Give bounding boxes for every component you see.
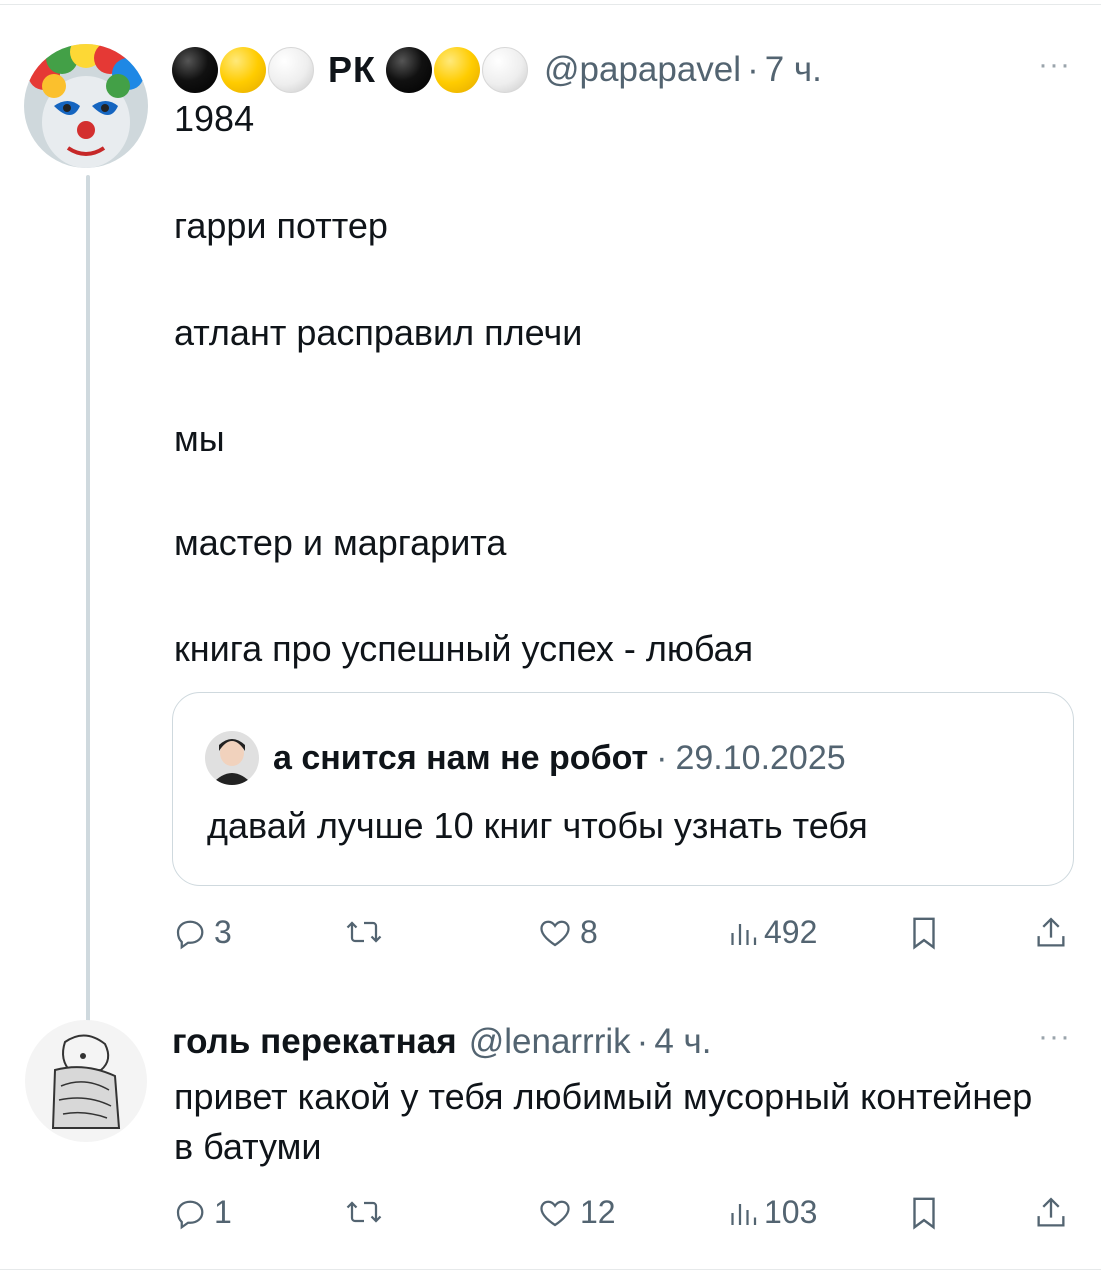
quoted-tweet-text: давай лучше 10 книг чтобы узнать тебя: [207, 805, 868, 846]
tweet-text-line: книга про успешный успех - любая: [174, 628, 754, 669]
share-icon: [1034, 1194, 1068, 1232]
separator: ·: [747, 50, 759, 89]
reply-button[interactable]: 1: [172, 1194, 232, 1231]
top-divider: [0, 4, 1101, 5]
bar-chart-icon: [728, 915, 758, 951]
share-button[interactable]: [1034, 914, 1068, 952]
quoted-date: 29.10.2025: [675, 738, 846, 777]
thread-connector-line: [86, 175, 90, 1043]
share-icon: [1034, 914, 1068, 952]
tweet-text: привет какой у тебя любимый мусорный кон…: [174, 1076, 1033, 1167]
tweet-header: голь перекатная @lenarrrik · 4 ч.: [172, 1020, 711, 1064]
action-bar: 1 12 103: [172, 1194, 1072, 1240]
views-button[interactable]: 103: [728, 1194, 817, 1231]
tweet-text-line: мастер и маргарита: [174, 522, 507, 563]
retweet-icon: [344, 914, 384, 950]
retweet-button[interactable]: [344, 914, 384, 950]
bar-chart-icon: [728, 1195, 758, 1231]
quoted-display-name[interactable]: а снится нам не робот: [273, 739, 648, 778]
tweet-header: РК @papapavel · 7 ч.: [172, 40, 822, 100]
white-circle-emoji: [268, 47, 314, 93]
user-handle[interactable]: @papapavel: [544, 50, 741, 90]
bookmark-icon: [908, 1194, 940, 1232]
bottom-divider: [0, 1269, 1101, 1270]
bookmark-button[interactable]: [908, 1194, 940, 1232]
reply-icon: [172, 1195, 208, 1231]
like-count: 12: [580, 1194, 616, 1230]
display-name[interactable]: голь перекатная: [172, 1022, 457, 1062]
yellow-circle-emoji: [220, 47, 266, 93]
reply-icon: [172, 915, 208, 951]
black-circle-emoji: [385, 47, 432, 93]
tweet-timestamp[interactable]: 4 ч.: [654, 1022, 711, 1062]
views-button[interactable]: 492: [728, 914, 817, 951]
share-button[interactable]: [1034, 1194, 1068, 1232]
tweet-text-line: гарри поттер: [174, 205, 388, 246]
quoted-avatar[interactable]: [205, 731, 259, 785]
quoted-tweet-header: а снится нам не робот · 29.10.2025: [205, 731, 846, 785]
like-button[interactable]: 8: [536, 914, 598, 951]
like-count: 8: [580, 914, 598, 950]
sketch-avatar[interactable]: [25, 1020, 147, 1142]
reply-count: 1: [214, 1194, 232, 1230]
user-handle[interactable]: @lenarrrik: [469, 1022, 631, 1062]
more-options-icon[interactable]: ···: [1038, 1020, 1071, 1054]
tweet-text-line: атлант расправил плечи: [174, 312, 583, 353]
like-button[interactable]: 12: [536, 1194, 616, 1231]
bookmark-button[interactable]: [908, 914, 940, 952]
separator: ·: [656, 738, 668, 777]
reply-count: 3: [214, 914, 232, 950]
black-circle-emoji: [172, 47, 218, 93]
views-count: 492: [764, 914, 818, 950]
separator: ·: [636, 1022, 649, 1061]
tweet-text-line: мы: [174, 418, 225, 459]
tweet-text-line: 1984: [174, 98, 255, 139]
yellow-circle-emoji: [433, 47, 480, 93]
retweet-icon: [344, 1194, 384, 1230]
more-options-icon[interactable]: ···: [1038, 48, 1071, 82]
white-circle-emoji: [481, 47, 528, 93]
retweet-button[interactable]: [344, 1194, 384, 1230]
bookmark-icon: [908, 914, 940, 952]
quoted-tweet[interactable]: а снится нам не робот · 29.10.2025 давай…: [172, 692, 1074, 886]
views-count: 103: [764, 1194, 818, 1230]
heart-icon: [536, 915, 574, 951]
display-name[interactable]: РК: [172, 47, 530, 93]
heart-icon: [536, 1195, 574, 1231]
clown-avatar[interactable]: [24, 44, 148, 168]
action-bar: 3 8 492: [172, 914, 1072, 960]
reply-button[interactable]: 3: [172, 914, 232, 951]
tweet-timestamp[interactable]: 7 ч.: [765, 50, 822, 90]
display-name-text: РК: [328, 49, 376, 90]
